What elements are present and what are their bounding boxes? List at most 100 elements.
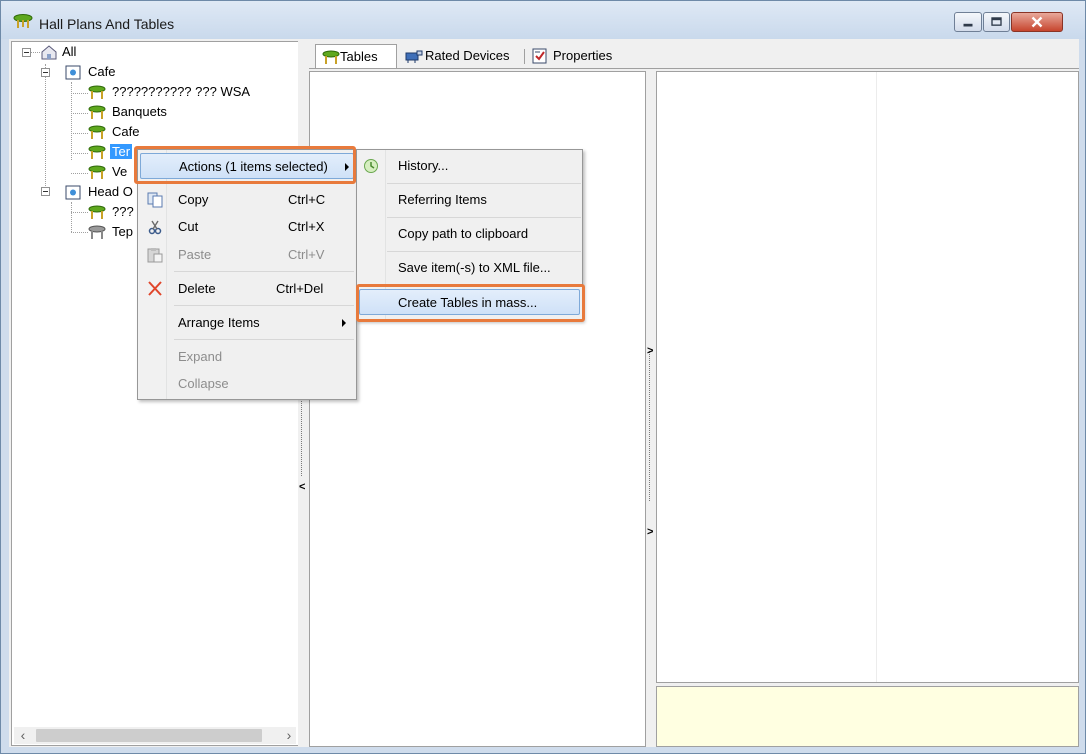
menu-item-label: Create Tables in mass...	[398, 295, 538, 310]
tree-connector	[71, 133, 88, 134]
properties-icon	[532, 48, 547, 64]
table-icon	[88, 145, 106, 159]
menu-item-shortcut: Ctrl+Del	[276, 281, 324, 296]
menu-separator	[387, 217, 581, 218]
splitter-grip	[649, 351, 650, 501]
submenu-arrow-icon	[345, 163, 349, 171]
window-title: Hall Plans And Tables	[39, 16, 175, 32]
menu-item-shortcut: Ctrl+C	[288, 192, 326, 207]
tree-item-label: Head O	[88, 184, 133, 199]
tab-tables[interactable]: Tables	[315, 44, 397, 68]
menu-item-label: Copy path to clipboard	[398, 226, 529, 241]
tab-rated-devices[interactable]: Rated Devices	[399, 44, 510, 68]
maximize-icon	[991, 17, 1002, 26]
menu-item-label: Copy	[178, 192, 209, 207]
tree-item-table[interactable]: ??????????? ??? WSA	[88, 82, 252, 102]
submenu-item-create-tables[interactable]: Create Tables in mass...	[359, 289, 580, 315]
tree-item-table-selected[interactable]: Ter	[88, 142, 133, 162]
horizontal-scrollbar[interactable]: ‹ ›	[14, 727, 296, 744]
submenu-item-history[interactable]: History...	[359, 153, 580, 179]
menu-item-arrange-items[interactable]: Arrange Items	[140, 310, 354, 336]
tab-properties[interactable]: Properties	[527, 44, 612, 68]
submenu-arrow-icon	[342, 319, 346, 327]
tree-item-label: Cafe	[112, 124, 140, 139]
plan-icon	[65, 65, 81, 80]
menu-separator	[174, 271, 354, 272]
tree-item-label: Cafe	[88, 64, 116, 79]
paste-icon	[147, 248, 163, 263]
menu-item-label: History...	[398, 158, 449, 173]
description-panel	[656, 686, 1079, 747]
submenu-item-copy-path[interactable]: Copy path to clipboard	[359, 221, 580, 247]
tree-connector	[71, 93, 88, 94]
main-window: Hall Plans And Tables All Cafe ?????????…	[0, 0, 1086, 754]
menu-item-actions[interactable]: Actions (1 items selected)	[140, 153, 354, 179]
properties-grid-panel[interactable]	[656, 71, 1079, 683]
menu-item-label: Referring Items	[398, 192, 487, 207]
menu-item-label: Expand	[178, 349, 223, 364]
grid-column-divider	[876, 72, 877, 682]
actions-submenu: History... Referring Items Copy path to …	[356, 149, 583, 321]
menu-separator	[174, 183, 354, 184]
tree-item-all[interactable]: All	[40, 42, 78, 62]
scrollbar-thumb[interactable]	[36, 729, 262, 742]
menu-item-copy[interactable]: Copy Ctrl+C	[140, 187, 354, 213]
tree-connector	[71, 153, 88, 154]
tree-item-table[interactable]: Tep	[88, 222, 135, 242]
collapse-right-arrow-icon[interactable]: >	[647, 345, 653, 357]
table-icon	[88, 125, 106, 139]
tab-underline	[309, 68, 1079, 69]
menu-separator	[174, 305, 354, 306]
tree-item-label: ???	[112, 204, 134, 219]
tree-item-table[interactable]: Banquets	[88, 102, 169, 122]
scroll-right-arrow-icon[interactable]: ›	[280, 727, 298, 744]
scissors-icon	[148, 220, 162, 235]
menu-item-shortcut: Ctrl+X	[288, 219, 325, 234]
menu-item-label: Arrange Items	[178, 315, 260, 330]
tree-connector	[71, 212, 88, 213]
tree-item-label: Tep	[112, 224, 133, 239]
collapse-toggle[interactable]	[22, 48, 31, 57]
minimize-button[interactable]	[954, 12, 982, 32]
tree-item-table[interactable]: Ve	[88, 162, 129, 182]
close-button[interactable]	[1011, 12, 1063, 32]
menu-item-label: Delete	[178, 281, 216, 296]
table-icon	[88, 225, 106, 239]
splitter-grip	[301, 396, 302, 476]
tree-item-table[interactable]: Cafe	[88, 122, 141, 142]
plan-icon	[65, 185, 81, 200]
table-icon	[88, 205, 106, 219]
context-menu: Actions (1 items selected) Copy Ctrl+C C…	[137, 149, 357, 400]
middle-splitter[interactable]: > >	[646, 71, 655, 747]
submenu-item-referring-items[interactable]: Referring Items	[359, 187, 580, 213]
tree-item-cafe-section[interactable]: Cafe	[64, 62, 117, 82]
maximize-button[interactable]	[983, 12, 1010, 32]
menu-item-label: Actions (1 items selected)	[179, 159, 328, 174]
device-icon	[405, 50, 423, 63]
table-icon	[88, 85, 106, 99]
menu-item-label: Paste	[178, 247, 212, 262]
tree-item-label: Ve	[112, 164, 128, 179]
tree-connector	[71, 232, 88, 233]
collapse-toggle[interactable]	[41, 68, 50, 77]
menu-item-collapse[interactable]: Collapse	[140, 371, 354, 397]
tree-item-table[interactable]: ???	[88, 202, 136, 222]
menu-item-paste[interactable]: Paste Ctrl+V	[140, 242, 354, 268]
menu-item-shortcut: Ctrl+V	[288, 247, 325, 262]
tree-item-head-office-section[interactable]: Head O	[64, 182, 135, 202]
menu-item-expand[interactable]: Expand	[140, 344, 354, 370]
menu-item-label: Cut	[178, 219, 199, 234]
collapse-right-arrow-icon[interactable]: >	[647, 526, 653, 538]
menu-item-delete[interactable]: Delete Ctrl+Del	[140, 276, 354, 302]
minimize-icon	[963, 23, 973, 27]
menu-item-cut[interactable]: Cut Ctrl+X	[140, 214, 354, 240]
collapse-left-arrow-icon[interactable]: <	[299, 481, 305, 493]
scroll-left-arrow-icon[interactable]: ‹	[14, 727, 32, 744]
collapse-toggle[interactable]	[41, 187, 50, 196]
title-bar[interactable]: Hall Plans And Tables	[1, 1, 1085, 39]
submenu-item-save-xml[interactable]: Save item(-s) to XML file...	[359, 255, 580, 281]
menu-item-label: Save item(-s) to XML file...	[398, 260, 551, 275]
menu-separator	[387, 251, 581, 252]
tree-connector	[45, 64, 46, 190]
delete-icon	[148, 281, 162, 296]
